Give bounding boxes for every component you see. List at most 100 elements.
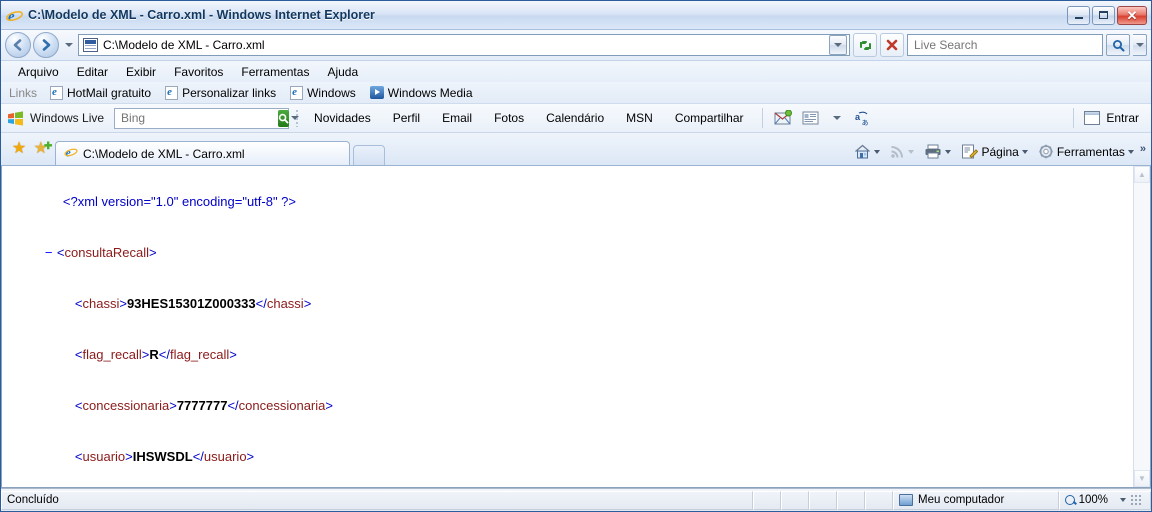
new-tab-button[interactable] [353, 145, 385, 165]
menu-bar: Arquivo Editar Exibir Favoritos Ferramen… [1, 61, 1151, 82]
refresh-button[interactable] [853, 33, 877, 57]
scroll-up-button[interactable]: ▲ [1134, 166, 1150, 183]
link-label: Windows Media [387, 85, 473, 100]
sign-in-button[interactable]: Entrar [1084, 111, 1145, 125]
chevron-down-icon [1135, 43, 1144, 47]
menu-ajuda[interactable]: Ajuda [318, 63, 367, 81]
link-label: HotMail gratuito [67, 85, 152, 100]
ie-page-icon: e [64, 145, 78, 162]
wl-email[interactable]: Email [434, 109, 480, 127]
wl-fotos[interactable]: Fotos [486, 109, 532, 127]
address-toolbar: C:\Modelo de XML - Carro.xml [1, 30, 1151, 61]
xml-declaration-line: <?xml version="1.0" encoding="utf-8" ?> [16, 176, 1133, 227]
stop-button[interactable] [880, 33, 904, 57]
favorites-center-button[interactable]: ★ [7, 137, 31, 161]
security-zone-indicator[interactable]: Meu computador [893, 490, 1059, 510]
window-title: C:\Modelo de XML - Carro.xml - Windows I… [28, 8, 375, 22]
xml-tag-name: concessionaria [82, 398, 170, 413]
xml-element-value: R [149, 347, 159, 362]
wl-perfil[interactable]: Perfil [385, 109, 428, 127]
menu-editar[interactable]: Editar [68, 63, 117, 81]
chevron-up-icon: ▲ [1138, 170, 1146, 179]
chevron-down-icon[interactable] [1120, 498, 1126, 502]
menu-favoritos[interactable]: Favoritos [165, 63, 232, 81]
tools-menu-button[interactable]: Ferramentas [1034, 142, 1138, 161]
menu-ferramentas[interactable]: Ferramentas [232, 63, 318, 81]
zoom-control[interactable]: 100% [1058, 490, 1151, 510]
security-zone-label: Meu computador [918, 494, 1005, 506]
link-windows-media[interactable]: Windows Media [365, 85, 478, 101]
wl-msn[interactable]: MSN [618, 109, 661, 127]
toolbar-divider [1073, 108, 1075, 128]
link-label: Windows [307, 85, 356, 100]
page-icon [962, 144, 979, 159]
scrollbar-track[interactable] [1134, 183, 1150, 470]
chevron-down-icon: ▼ [1138, 474, 1146, 483]
home-icon [855, 144, 871, 159]
page-menu-button[interactable]: Página [957, 142, 1031, 161]
xml-element-value: 7777777 [176, 398, 228, 413]
vertical-scrollbar[interactable]: ▲ ▼ [1133, 166, 1150, 487]
link-hotmail[interactable]: HotMail gratuito [45, 85, 156, 101]
link-personalizar[interactable]: Personalizar links [160, 85, 281, 101]
chevron-down-icon [1021, 149, 1028, 154]
address-dropdown-button[interactable] [829, 35, 847, 55]
recent-pages-button[interactable] [62, 43, 75, 47]
home-button[interactable] [850, 142, 884, 161]
sign-in-window-icon [1084, 111, 1101, 125]
search-go-button[interactable] [1106, 34, 1130, 56]
window-controls: ✕ [1067, 5, 1151, 25]
toolbar-overflow-button[interactable]: » [1140, 143, 1146, 155]
chevron-down-icon[interactable] [827, 109, 848, 128]
refresh-icon [859, 40, 871, 50]
back-button[interactable] [5, 32, 31, 58]
page-content-area: <?xml version="1.0" encoding="utf-8" ?> … [1, 166, 1151, 488]
internet-explorer-icon: e [6, 7, 23, 25]
ie-page-icon [50, 85, 64, 100]
bing-search-input[interactable] [114, 107, 300, 129]
xml-tag-name: chassi [82, 296, 120, 311]
note-icon[interactable] [800, 109, 821, 128]
scroll-down-button[interactable]: ▼ [1134, 470, 1150, 487]
maximize-icon [1099, 11, 1108, 19]
xml-declaration: <?xml version="1.0" encoding="utf-8" ?> [62, 194, 297, 209]
menu-arquivo[interactable]: Arquivo [9, 63, 68, 81]
links-bar: Links HotMail gratuito Personalizar link… [1, 82, 1151, 104]
wl-novidades[interactable]: Novidades [306, 109, 379, 127]
links-label: Links [9, 85, 38, 100]
bing-search-button[interactable] [278, 109, 290, 127]
gear-icon [1039, 144, 1053, 159]
forward-button[interactable] [33, 32, 59, 58]
search-options-button[interactable] [1133, 34, 1147, 56]
add-to-favorites-button[interactable]: ★ ✚ [31, 137, 55, 161]
chevron-down-icon [64, 43, 73, 47]
minimize-button[interactable] [1067, 5, 1090, 25]
resize-grip[interactable] [1130, 494, 1142, 506]
browser-tab-active[interactable]: e C:\Modelo de XML - Carro.xml [55, 141, 350, 165]
collapse-toggle[interactable]: − [45, 244, 57, 261]
xml-tag-name: usuario [82, 449, 126, 464]
search-input[interactable] [907, 34, 1103, 56]
plus-icon: ✚ [43, 140, 53, 152]
xml-tree-view: <?xml version="1.0" encoding="utf-8" ?> … [2, 166, 1133, 487]
minimize-icon [1074, 17, 1083, 19]
status-panel [781, 490, 809, 510]
search-field[interactable] [912, 37, 1098, 53]
xml-tag-name: flag_recall [169, 347, 230, 362]
windows-live-brand: Windows Live [30, 111, 105, 125]
translate-icon[interactable]: a ぁ [854, 109, 875, 128]
wl-compartilhar[interactable]: Compartilhar [667, 109, 752, 127]
tab-toolbar: Página Ferramentas » [850, 142, 1146, 161]
bing-search-field[interactable] [119, 110, 279, 126]
print-icon [925, 144, 941, 159]
menu-exibir[interactable]: Exibir [117, 63, 165, 81]
address-input[interactable]: C:\Modelo de XML - Carro.xml [78, 34, 850, 56]
print-button[interactable] [920, 142, 955, 161]
link-windows[interactable]: Windows [285, 85, 361, 101]
close-button[interactable]: ✕ [1117, 5, 1147, 25]
chevron-down-icon [1127, 149, 1134, 154]
maximize-button[interactable] [1092, 5, 1115, 25]
mail-map-icon[interactable] [773, 109, 794, 128]
windows-media-icon [369, 86, 384, 99]
wl-calendario[interactable]: Calendário [538, 109, 612, 127]
